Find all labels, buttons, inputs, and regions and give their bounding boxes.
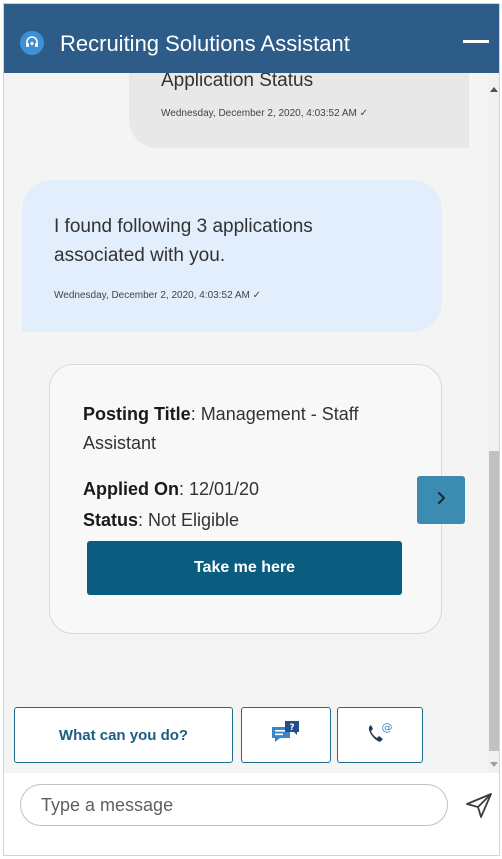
applied-on-value: : 12/01/20	[179, 479, 260, 499]
phone-at-icon: @	[365, 720, 395, 751]
carousel-next-button[interactable]	[417, 476, 465, 524]
assistant-headset-icon	[20, 31, 44, 55]
send-icon[interactable]	[464, 790, 494, 820]
application-card: Posting Title: Management - Staff Assist…	[49, 364, 442, 634]
bot-message-text: I found following 3 applications associa…	[54, 216, 313, 266]
user-message-bubble: Application Status Wednesday, December 2…	[129, 73, 469, 148]
faq-chat-icon: ?	[271, 720, 301, 751]
bot-message-timestamp: Wednesday, December 2, 2020, 4:03:52 AM …	[54, 290, 262, 301]
vertical-scrollbar[interactable]	[487, 73, 499, 773]
header-title: Recruiting Solutions Assistant	[60, 31, 350, 56]
status-label: Status	[83, 510, 139, 530]
message-input[interactable]	[41, 793, 421, 817]
call-button[interactable]: @	[337, 707, 423, 763]
scroll-up-icon[interactable]	[490, 87, 498, 92]
scrollbar-thumb[interactable]	[489, 451, 499, 751]
user-message-text: Application Status	[161, 73, 314, 91]
user-message-timestamp: Wednesday, December 2, 2020, 4:03:52 AM …	[161, 108, 369, 119]
message-composer	[4, 773, 499, 855]
bot-message-bubble: I found following 3 applications associa…	[22, 180, 442, 332]
chat-header: Recruiting Solutions Assistant	[4, 4, 499, 73]
chat-widget: Recruiting Solutions Assistant Applicati…	[3, 3, 500, 856]
status-row: Status: Not Eligible	[83, 506, 239, 535]
take-me-here-button[interactable]: Take me here	[87, 541, 402, 595]
posting-title-row: Posting Title: Management - Staff Assist…	[83, 400, 423, 458]
svg-text:?: ?	[289, 723, 294, 733]
applied-on-label: Applied On	[83, 479, 179, 499]
scroll-down-icon[interactable]	[490, 762, 498, 767]
faq-button[interactable]: ?	[241, 707, 331, 763]
message-input-wrapper	[20, 784, 448, 826]
what-can-you-do-button[interactable]: What can you do?	[14, 707, 233, 763]
svg-text:@: @	[382, 721, 393, 734]
applied-on-row: Applied On: 12/01/20	[83, 475, 259, 504]
posting-title-label: Posting Title	[83, 404, 191, 424]
message-list[interactable]: Application Status Wednesday, December 2…	[4, 73, 487, 773]
status-value: : Not Eligible	[138, 510, 240, 530]
minimize-icon[interactable]	[463, 40, 489, 43]
chevron-right-icon	[434, 491, 448, 510]
